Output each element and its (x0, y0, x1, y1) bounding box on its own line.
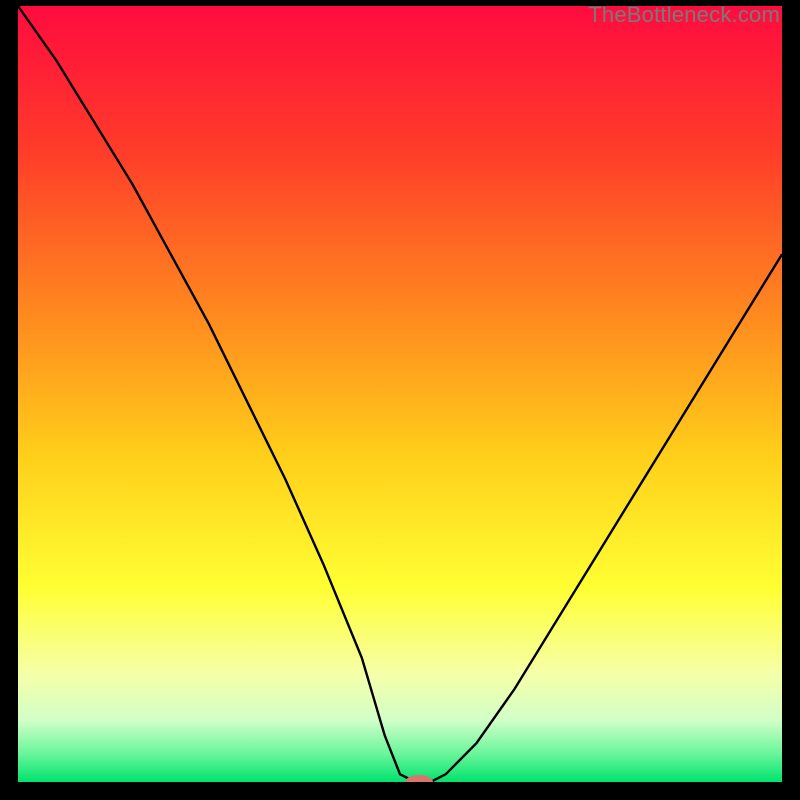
watermark-text: TheBottleneck.com (588, 2, 780, 28)
chart-frame (18, 6, 782, 782)
gradient-background (18, 6, 782, 782)
bottleneck-chart (18, 6, 782, 782)
